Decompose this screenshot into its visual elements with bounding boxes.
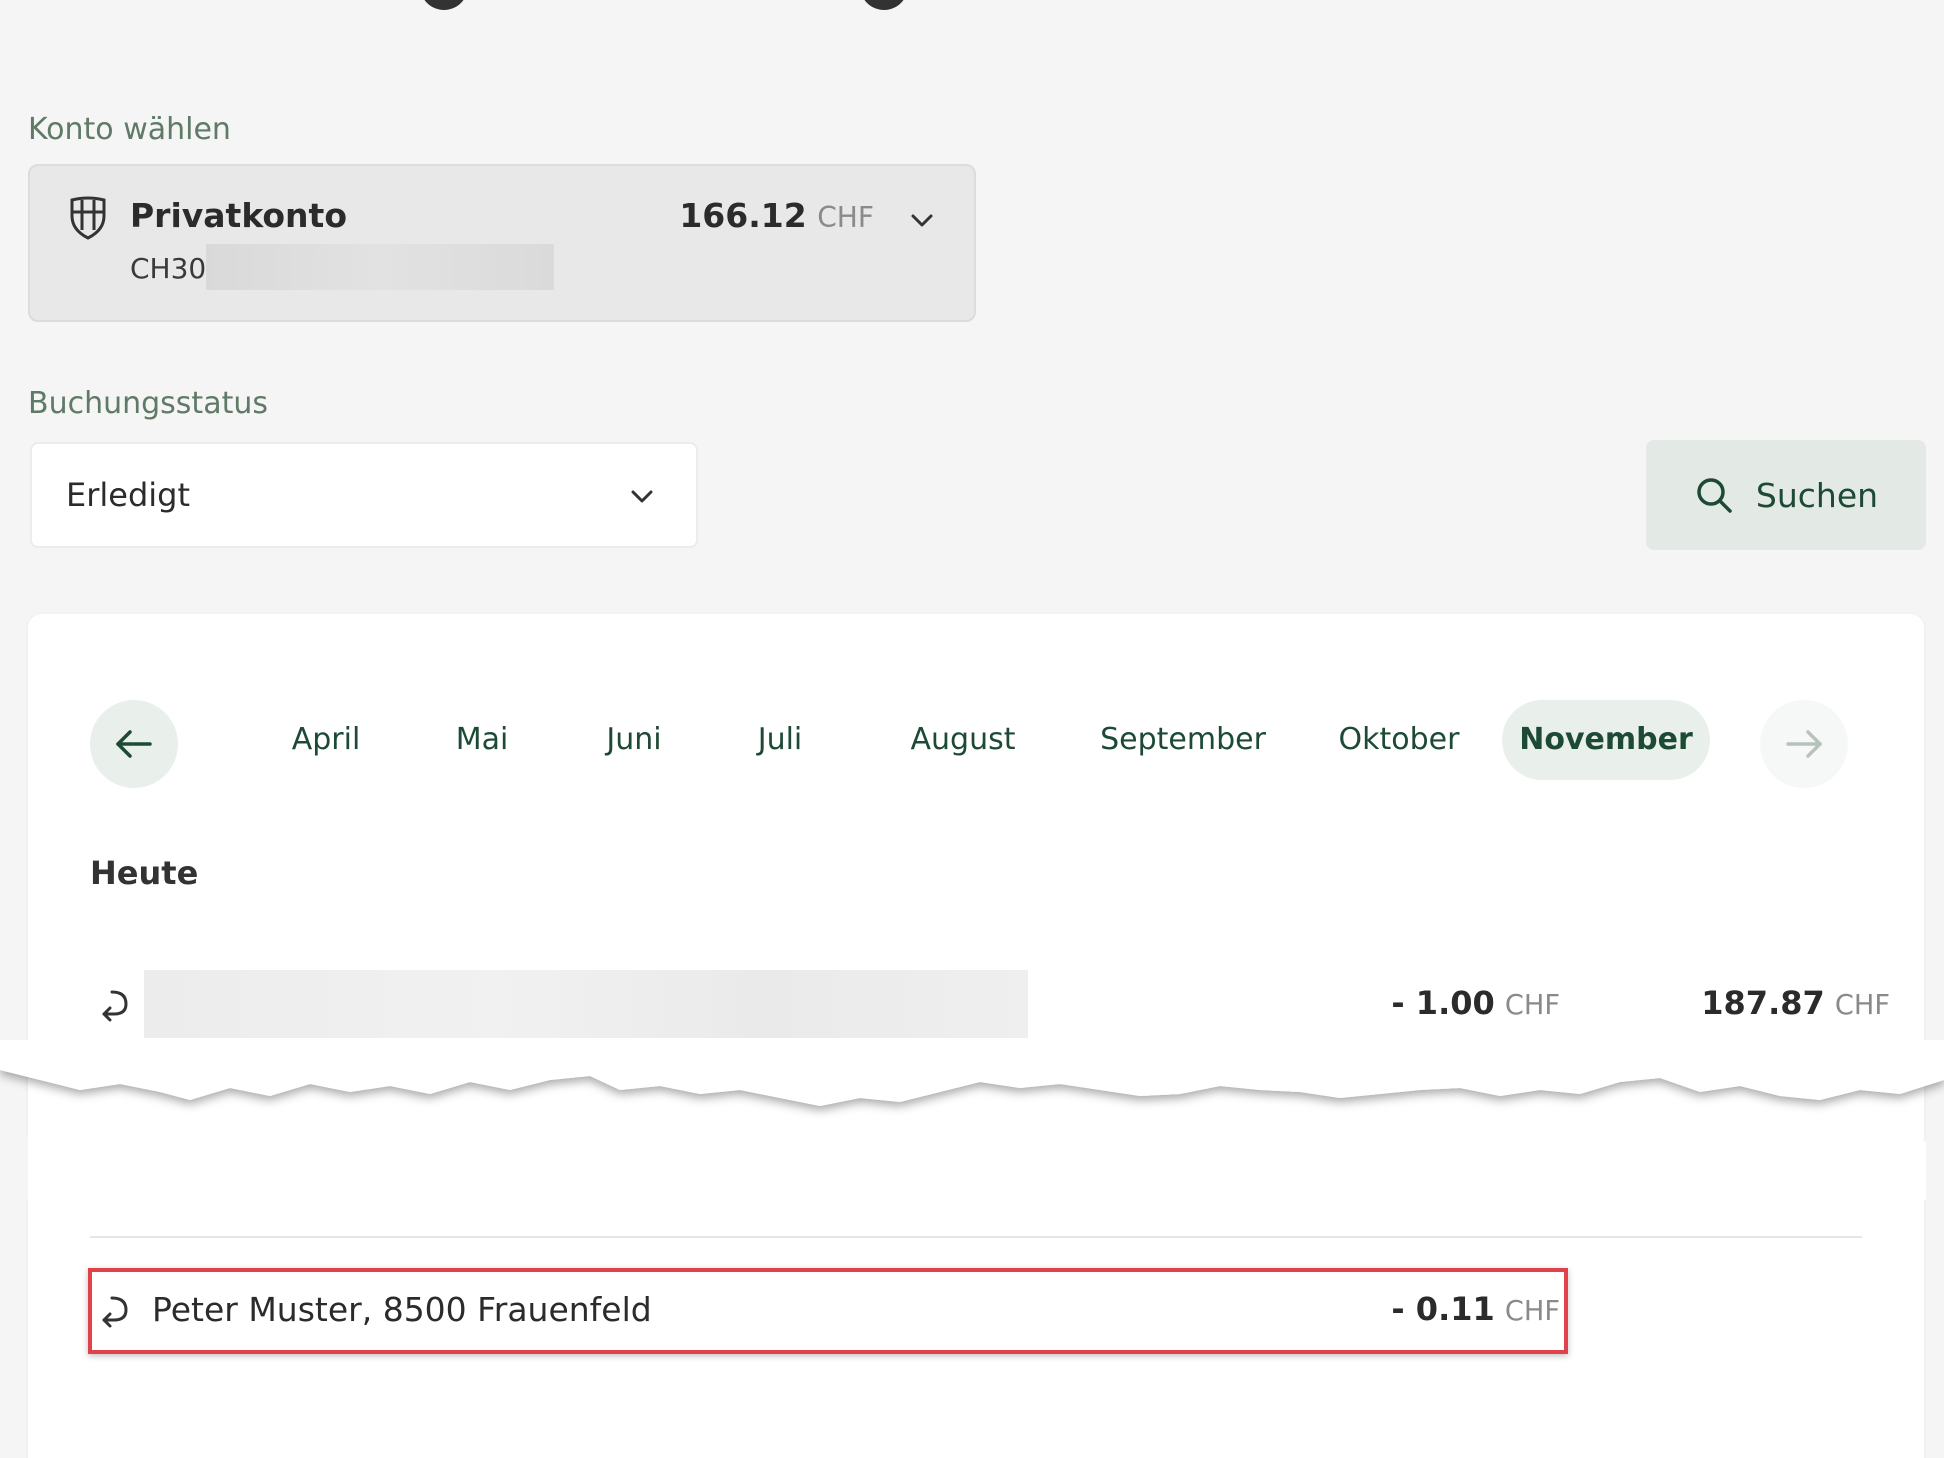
account-name: Privatkonto <box>130 196 347 235</box>
chevron-down-icon <box>630 484 654 508</box>
month-tab-september[interactable]: September <box>1078 700 1288 780</box>
booking-status-value: Erledigt <box>66 476 191 514</box>
return-arrow-icon <box>98 1292 132 1328</box>
transaction-balance: 187.87 CHF <box>1701 984 1890 1022</box>
iban-redaction <box>206 244 554 290</box>
transaction-amount-value: - 0.11 <box>1391 1290 1495 1328</box>
arrow-left-icon <box>116 730 152 758</box>
account-selector[interactable]: Privatkonto CH30 166.12 CHF <box>28 164 976 322</box>
booking-status-select[interactable]: Erledigt <box>30 442 698 548</box>
previous-months-button[interactable] <box>90 700 178 788</box>
account-balance-amount: 166.12 <box>679 196 807 235</box>
search-icon <box>1697 478 1732 513</box>
booking-status-label: Buchungsstatus <box>28 386 268 421</box>
transactions-panel: April Mai Juni Juli August September Okt… <box>28 614 1924 1458</box>
shield-icon <box>68 196 108 240</box>
row-divider <box>90 1236 1862 1238</box>
page-title-clipped <box>270 0 950 14</box>
month-tab-november[interactable]: November <box>1502 700 1710 780</box>
transaction-amount: - 1.00 CHF <box>1391 984 1560 1022</box>
transaction-name-redaction <box>144 970 1028 1038</box>
transaction-amount-currency: CHF <box>1504 1296 1560 1327</box>
account-iban: CH30 <box>130 252 207 285</box>
transaction-balance-currency: CHF <box>1834 990 1890 1021</box>
month-tab-april[interactable]: April <box>270 700 382 780</box>
next-months-button[interactable] <box>1760 700 1848 788</box>
transaction-name: Peter Muster, 8500 Frauenfeld <box>152 1290 652 1329</box>
search-button[interactable]: Suchen <box>1646 440 1926 550</box>
month-tab-juli[interactable]: Juli <box>728 700 832 780</box>
account-select-label: Konto wählen <box>28 112 231 147</box>
transaction-amount-value: - 1.00 <box>1391 984 1495 1022</box>
account-balance-currency: CHF <box>817 201 874 234</box>
transaction-balance-value: 187.87 <box>1701 984 1825 1022</box>
account-balance: 166.12 CHF <box>679 196 874 235</box>
section-heading-today: Heute <box>90 854 199 892</box>
transaction-amount-currency: CHF <box>1504 990 1560 1021</box>
search-button-label: Suchen <box>1755 475 1879 515</box>
month-tab-juni[interactable]: Juni <box>578 700 690 780</box>
month-tab-mai[interactable]: Mai <box>428 700 536 780</box>
month-tab-oktober[interactable]: Oktober <box>1308 700 1490 780</box>
transaction-row-highlighted[interactable]: Peter Muster, 8500 Frauenfeld - 0.11 CHF <box>90 1276 1890 1346</box>
arrow-right-icon <box>1786 730 1822 758</box>
return-arrow-icon <box>98 986 132 1022</box>
chevron-down-icon[interactable] <box>910 208 934 232</box>
transaction-amount: - 0.11 CHF <box>1391 1290 1560 1328</box>
month-tab-august[interactable]: August <box>878 700 1048 780</box>
torn-edge <box>0 1040 1944 1200</box>
page: Konto wählen Privatkonto CH30 166.12 CHF… <box>0 0 1944 1458</box>
transaction-row[interactable]: - 1.00 CHF 187.87 CHF <box>90 970 1890 1040</box>
